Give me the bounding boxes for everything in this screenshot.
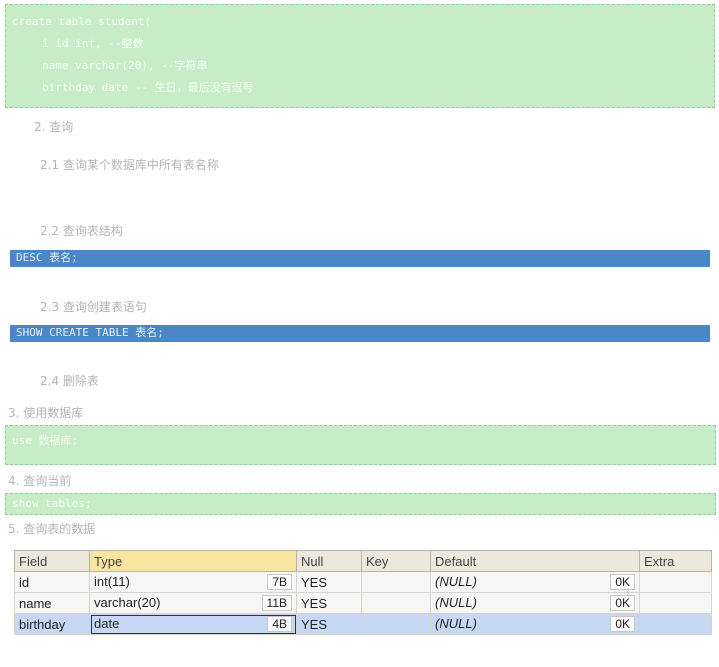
cell-default[interactable]: (NULL) 0K <box>430 592 640 614</box>
column-header-key[interactable]: Key <box>361 550 431 572</box>
step-2-4-heading: 2.4 删除表 <box>40 374 99 388</box>
cell-extra[interactable] <box>639 571 712 593</box>
step-2-2-heading: 2.2 查询表结构 <box>40 224 123 238</box>
cell-default-value: (NULL) <box>435 574 477 589</box>
column-header-null[interactable]: Null <box>296 550 362 572</box>
cell-default-value: (NULL) <box>435 616 477 631</box>
create-table-code-block: create table student( i id int, --整数 nam… <box>5 4 715 108</box>
cell-null[interactable]: YES <box>296 592 362 614</box>
table-row[interactable]: birthday date 4B YES (NULL) 0K <box>14 613 712 635</box>
code-line: i id int, --整数 <box>42 37 144 50</box>
desc-code-block: DESC 表名; <box>10 250 710 267</box>
size-badge: 0K <box>610 574 635 590</box>
cell-key[interactable] <box>361 592 431 614</box>
column-header-type[interactable]: Type <box>89 550 297 572</box>
result-grid: Field Type Null Key Default Extra id int… <box>14 550 712 635</box>
cell-type-value: date <box>94 616 120 631</box>
cell-type[interactable]: int(11) 7B <box>89 571 297 593</box>
size-badge: 7B <box>267 574 292 590</box>
table-row[interactable]: id int(11) 7B YES (NULL) 0K <box>14 571 712 593</box>
cell-type[interactable]: varchar(20) 11B <box>89 592 297 614</box>
size-badge: 0K <box>610 595 635 611</box>
result-grid-header: Field Type Null Key Default Extra <box>14 550 712 572</box>
cell-type[interactable]: date 4B <box>89 613 297 635</box>
cell-type-value: varchar(20) <box>94 595 161 610</box>
cell-field[interactable]: id <box>14 571 90 593</box>
cell-type-value: int(11) <box>94 574 130 589</box>
cell-key[interactable] <box>361 613 431 635</box>
step-2-1-heading: 2.1 查询某个数据库中所有表名称 <box>40 158 219 172</box>
show-create-code-block: SHOW CREATE TABLE 表名; <box>10 325 710 342</box>
code-line: birthday date -- 生日，最后没有逗号 <box>42 81 254 94</box>
code-line: name varchar(20), --字符串 <box>42 59 208 72</box>
cell-extra[interactable] <box>639 613 712 635</box>
table-row[interactable]: name varchar(20) 11B YES (NULL) 0K <box>14 592 712 614</box>
size-badge: 4B <box>267 616 292 632</box>
show-tables-code-block: show tables; <box>5 493 716 515</box>
step-4-heading: 4. 查询当前 <box>8 474 72 488</box>
column-header-extra[interactable]: Extra <box>639 550 712 572</box>
cell-default[interactable]: (NULL) 0K <box>430 613 640 635</box>
cell-field[interactable]: name <box>14 592 90 614</box>
step-2-3-heading: 2.3 查询创建表语句 <box>40 300 147 314</box>
cell-extra[interactable] <box>639 592 712 614</box>
cell-null[interactable]: YES <box>296 571 362 593</box>
use-db-code-block: use 数据库; <box>5 425 716 465</box>
code-line: create table student( <box>12 15 152 28</box>
step-3-heading: 3. 使用数据库 <box>8 406 84 420</box>
step-2-heading: 2. 查询 <box>34 120 74 134</box>
cell-field[interactable]: birthday <box>14 613 90 635</box>
cell-default[interactable]: (NULL) 0K <box>430 571 640 593</box>
size-badge: 0K <box>610 616 635 632</box>
cell-default-value: (NULL) <box>435 595 477 610</box>
step-5-heading: 5. 查询表的数据 <box>8 522 96 536</box>
column-header-field[interactable]: Field <box>14 550 90 572</box>
cell-key[interactable] <box>361 571 431 593</box>
size-badge: 11B <box>261 595 292 611</box>
column-header-default[interactable]: Default <box>430 550 640 572</box>
cell-null[interactable]: YES <box>296 613 362 635</box>
